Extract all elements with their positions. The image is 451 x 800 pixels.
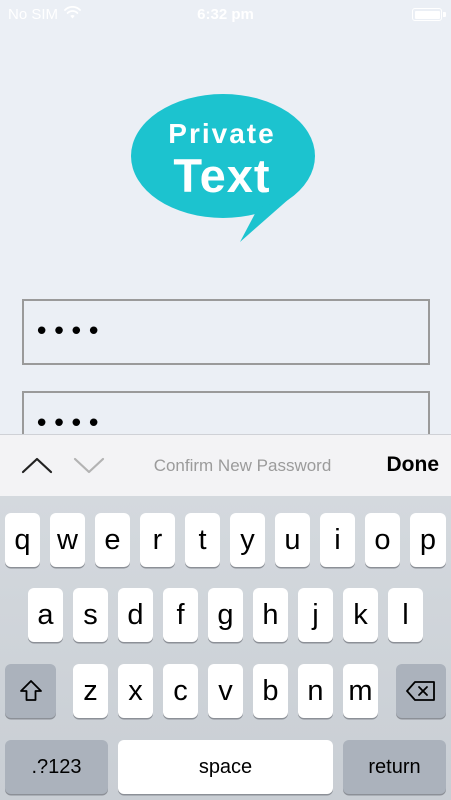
numbers-mode-key[interactable]: .?123 (5, 740, 108, 794)
key-h[interactable]: h (253, 588, 288, 642)
key-r[interactable]: r (140, 513, 175, 567)
key-l[interactable]: l (388, 588, 423, 642)
key-d[interactable]: d (118, 588, 153, 642)
key-t[interactable]: t (185, 513, 220, 567)
keyboard: q w e r t y u i o p a s d f g h j k l z … (0, 496, 451, 800)
keyboard-accessory-bar: Confirm New Password Done (0, 434, 451, 496)
key-i[interactable]: i (320, 513, 355, 567)
key-u[interactable]: u (275, 513, 310, 567)
key-k[interactable]: k (343, 588, 378, 642)
key-j[interactable]: j (298, 588, 333, 642)
key-n[interactable]: n (298, 664, 333, 718)
next-field-button[interactable] (72, 451, 106, 479)
chevron-up-icon (21, 457, 53, 474)
logo-text-text: Text (173, 149, 271, 202)
shift-key[interactable] (5, 664, 56, 718)
return-key[interactable]: return (343, 740, 446, 794)
key-w[interactable]: w (50, 513, 85, 567)
new-password-field[interactable]: •••• (22, 299, 430, 365)
key-o[interactable]: o (365, 513, 400, 567)
key-p[interactable]: p (410, 513, 446, 567)
accessory-field-title: Confirm New Password (153, 456, 332, 475)
shift-icon (19, 680, 42, 701)
key-q[interactable]: q (5, 513, 40, 567)
app-logo: Private Text (130, 90, 324, 246)
key-y[interactable]: y (230, 513, 265, 567)
key-c[interactable]: c (163, 664, 198, 718)
key-z[interactable]: z (73, 664, 108, 718)
delete-key[interactable] (396, 664, 446, 718)
backspace-icon (406, 681, 435, 701)
battery-icon (412, 8, 446, 21)
key-m[interactable]: m (343, 664, 378, 718)
key-a[interactable]: a (28, 588, 63, 642)
key-x[interactable]: x (118, 664, 153, 718)
key-e[interactable]: e (95, 513, 130, 567)
chevron-down-icon (73, 457, 105, 474)
status-bar: No SIM 6:32 pm (0, 0, 451, 30)
done-button[interactable]: Done (387, 453, 440, 477)
key-s[interactable]: s (73, 588, 108, 642)
logo-text-private: Private (168, 118, 276, 149)
previous-field-button[interactable] (20, 451, 54, 479)
key-v[interactable]: v (208, 664, 243, 718)
status-time: 6:32 pm (197, 6, 254, 23)
key-g[interactable]: g (208, 588, 243, 642)
space-key[interactable]: space (118, 740, 333, 794)
key-f[interactable]: f (163, 588, 198, 642)
key-b[interactable]: b (253, 664, 288, 718)
